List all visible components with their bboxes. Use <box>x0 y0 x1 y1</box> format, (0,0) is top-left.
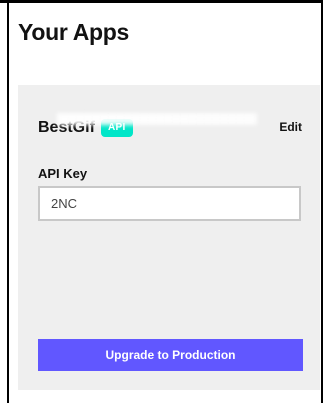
app-card: BestGif API Edit API Key Upgrade to Prod… <box>18 85 320 390</box>
app-name: BestGif <box>38 119 95 136</box>
upgrade-to-production-button[interactable]: Upgrade to Production <box>38 339 303 371</box>
api-badge: API <box>101 119 133 137</box>
left-border <box>7 0 9 403</box>
edit-link[interactable]: Edit <box>279 120 302 134</box>
api-key-label: API Key <box>38 166 88 181</box>
api-key-field[interactable] <box>38 186 301 221</box>
page-frame: Your Apps BestGif API Edit API Key Upgra… <box>0 0 323 403</box>
page-title: Your Apps <box>18 19 130 45</box>
top-border <box>0 0 323 3</box>
